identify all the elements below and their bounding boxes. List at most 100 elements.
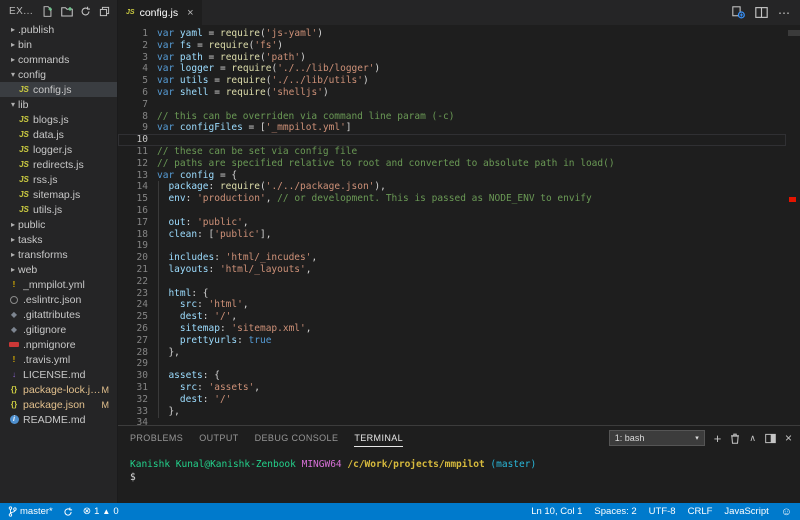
new-terminal-icon[interactable]: + <box>714 431 722 446</box>
code-line-23[interactable]: 23 html: { <box>118 288 786 300</box>
file-row-sitemap-js[interactable]: JS sitemap.js <box>0 187 117 202</box>
code-line-6[interactable]: 6 var shell = require('shelljs') <box>118 87 786 99</box>
file-row-rss-js[interactable]: JS rss.js <box>0 172 117 187</box>
folder-row-config[interactable]: ▾ config <box>0 67 117 82</box>
split-terminal-icon[interactable] <box>765 433 776 444</box>
language-mode[interactable]: JavaScript <box>724 506 768 517</box>
folder-row-bin[interactable]: ▸ bin <box>0 37 117 52</box>
code-line-3[interactable]: 3 var path = require('path') <box>118 52 786 64</box>
refresh-explorer-icon[interactable] <box>79 5 92 18</box>
line-content: // paths are specified relative to root … <box>157 157 615 169</box>
file-row--eslintrc-json[interactable]: .eslintrc.json <box>0 292 117 307</box>
js-icon: JS <box>126 9 135 16</box>
js-icon: JS <box>19 190 29 199</box>
folder-row-tasks[interactable]: ▸ tasks <box>0 232 117 247</box>
panel-tab-problems[interactable]: PROBLEMS <box>130 429 183 447</box>
kill-terminal-icon[interactable] <box>730 433 740 444</box>
folder-row-commands[interactable]: ▸ commands <box>0 52 117 67</box>
file-row-data-js[interactable]: JS data.js <box>0 127 117 142</box>
code-line-28[interactable]: 28 }, <box>118 347 786 359</box>
terminal-output[interactable]: Kanishk Kunal@Kanishk-Zenbook MINGW64 /c… <box>118 450 800 503</box>
close-panel-icon[interactable]: × <box>785 431 792 445</box>
panel-tab-debug-console[interactable]: DEBUG CONSOLE <box>255 429 339 447</box>
encoding-setting[interactable]: UTF-8 <box>649 506 676 517</box>
folder-row-public[interactable]: ▸ public <box>0 217 117 232</box>
folder-row-transforms[interactable]: ▸ transforms <box>0 247 117 262</box>
code-line-31[interactable]: 31 src: 'assets', <box>118 382 786 394</box>
folder-row--publish[interactable]: ▸ .publish <box>0 22 117 37</box>
code-line-19[interactable]: 19 <box>118 240 786 252</box>
code-line-18[interactable]: 18 clean: ['public'], <box>118 229 786 241</box>
feedback-smiley-icon[interactable]: ☺ <box>781 506 792 518</box>
close-tab-icon[interactable]: × <box>187 7 193 19</box>
new-folder-icon[interactable] <box>60 5 73 18</box>
code-line-15[interactable]: 15 env: 'production', // or development.… <box>118 193 786 205</box>
file-row-config-js[interactable]: JS config.js <box>0 82 117 97</box>
code-line-1[interactable]: 1 var yaml = require('js-yaml') <box>118 28 786 40</box>
folder-row-web[interactable]: ▸ web <box>0 262 117 277</box>
folder-row-lib[interactable]: ▾ lib <box>0 97 117 112</box>
file-row--travis-yml[interactable]: ! .travis.yml <box>0 352 117 367</box>
panel-tab-terminal[interactable]: TERMINAL <box>354 429 404 447</box>
editor-scrollbar[interactable] <box>788 30 800 36</box>
file-row--npmignore[interactable]: .npmignore <box>0 337 117 352</box>
new-file-icon[interactable] <box>41 5 54 18</box>
maximize-panel-icon[interactable]: ∧ <box>749 433 756 444</box>
git-branch-status[interactable]: master* <box>8 506 53 517</box>
file-row-package-json[interactable]: {} package.json M <box>0 397 117 412</box>
split-editor-icon[interactable] <box>755 6 768 19</box>
code-line-4[interactable]: 4 var logger = require('./../lib/logger') <box>118 63 786 75</box>
code-line-32[interactable]: 32 dest: '/' <box>118 394 786 406</box>
code-line-20[interactable]: 20 includes: 'html/_incudes', <box>118 252 786 264</box>
code-line-2[interactable]: 2 var fs = require('fs') <box>118 40 786 52</box>
code-line-11[interactable]: 11 // these can be set via config file <box>118 146 786 158</box>
code-line-33[interactable]: 33 }, <box>118 406 786 418</box>
tab-config-js[interactable]: JS config.js × <box>118 0 202 25</box>
code-line-21[interactable]: 21 layouts: 'html/_layouts', <box>118 264 786 276</box>
sync-status[interactable] <box>63 507 73 517</box>
file-row-logger-js[interactable]: JS logger.js <box>0 142 117 157</box>
js-icon: JS <box>19 115 29 124</box>
code-line-5[interactable]: 5 var utils = require('./../lib/utils') <box>118 75 786 87</box>
code-line-25[interactable]: 25 dest: '/', <box>118 311 786 323</box>
code-line-26[interactable]: 26 sitemap: 'sitemap.xml', <box>118 323 786 335</box>
shell-selector[interactable]: 1: bash ▾ <box>608 430 705 446</box>
file-row-redirects-js[interactable]: JS redirects.js <box>0 157 117 172</box>
collapse-folders-icon[interactable] <box>98 5 111 18</box>
sync-icon <box>64 507 72 516</box>
code-line-34[interactable]: 34 <box>118 417 786 425</box>
panel-tab-output[interactable]: OUTPUT <box>199 429 238 447</box>
explorer-sidebar: EX... ▸ .publish ▸ bin ▸ commands ▾ conf… <box>0 0 118 503</box>
code-line-13[interactable]: 13 var config = { <box>118 170 786 182</box>
code-line-10[interactable]: 10 <box>118 134 786 146</box>
code-line-17[interactable]: 17 out: 'public', <box>118 217 786 229</box>
code-line-14[interactable]: 14 package: require('./../package.json')… <box>118 181 786 193</box>
code-line-27[interactable]: 27 prettyurls: true <box>118 335 786 347</box>
file-row-readme-md[interactable]: i README.md <box>0 412 117 427</box>
code-line-24[interactable]: 24 src: 'html', <box>118 299 786 311</box>
line-number: 4 <box>142 63 148 75</box>
open-changes-icon[interactable] <box>732 6 745 19</box>
file-row-blogs-js[interactable]: JS blogs.js <box>0 112 117 127</box>
code-line-16[interactable]: 16 <box>118 205 786 217</box>
code-line-8[interactable]: 8 // this can be overriden via command li… <box>118 111 786 123</box>
code-editor[interactable]: 1 var yaml = require('js-yaml') 2 var fs = … <box>118 25 800 425</box>
code-line-9[interactable]: 9 var configFiles = ['_mmpilot.yml'] <box>118 122 786 134</box>
problems-status[interactable]: ⊗ 1 ▲ 0 <box>83 506 119 517</box>
code-line-22[interactable]: 22 <box>118 276 786 288</box>
eol-setting[interactable]: CRLF <box>688 506 713 517</box>
code-line-29[interactable]: 29 <box>118 358 786 370</box>
line-content: prettyurls: true <box>179 334 272 346</box>
file-row--gitattributes[interactable]: ◆ .gitattributes <box>0 307 117 322</box>
code-line-30[interactable]: 30 assets: { <box>118 370 786 382</box>
cursor-position[interactable]: Ln 10, Col 1 <box>531 506 582 517</box>
indentation-setting[interactable]: Spaces: 2 <box>594 506 636 517</box>
more-actions-icon[interactable]: ⋯ <box>778 6 790 20</box>
file-row-license-md[interactable]: ↓ LICENSE.md <box>0 367 117 382</box>
code-line-12[interactable]: 12 // paths are specified relative to roo… <box>118 158 786 170</box>
file-row--gitignore[interactable]: ◆ .gitignore <box>0 322 117 337</box>
code-line-7[interactable]: 7 <box>118 99 786 111</box>
file-row--mmpilot-yml[interactable]: ! _mmpilot.yml <box>0 277 117 292</box>
file-row-package-lock-json[interactable]: {} package-lock.json M <box>0 382 117 397</box>
file-row-utils-js[interactable]: JS utils.js <box>0 202 117 217</box>
